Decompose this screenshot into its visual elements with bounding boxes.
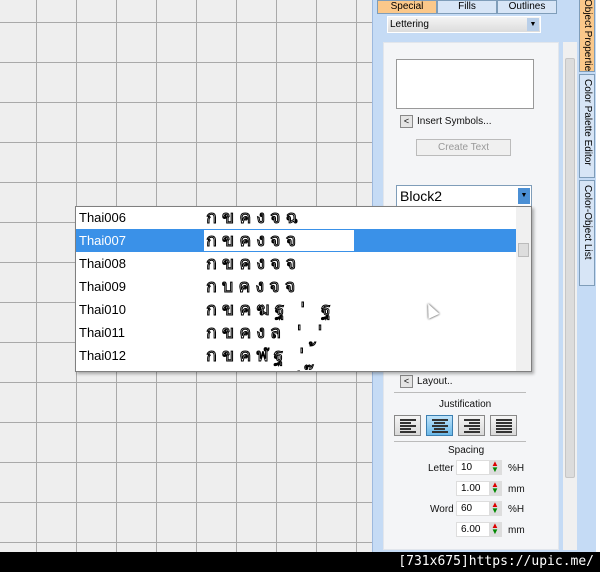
spinner-icon[interactable]: ▲ ▼ — [489, 522, 501, 536]
insert-symbols-label: Insert Symbols... — [417, 116, 492, 127]
spinner-icon[interactable]: ▲ ▼ — [489, 481, 501, 495]
letter-percent-value: 10 — [461, 462, 473, 473]
word-label: Word — [430, 504, 454, 515]
chevron-down-icon[interactable]: ▼ — [518, 188, 530, 204]
letter-percent-input[interactable]: 10 ▲ ▼ — [456, 460, 502, 475]
glyph-preview: กขคฆฐ ' ฐ — [206, 299, 336, 321]
create-text-button[interactable]: Create Text — [416, 139, 511, 156]
vertical-tab-bar: Object Properties Color Palette Editor C… — [578, 0, 596, 552]
justify-right-button[interactable] — [458, 415, 485, 436]
font-name: Thai006 — [79, 210, 126, 225]
font-list-item[interactable]: Thai011 กขคงล ' ' — [76, 321, 517, 344]
tab-color-object-list[interactable]: Color-Object List — [579, 180, 595, 286]
font-dropdown-list[interactable]: Thai006 กขคงจฉ Thai007 กขคงจจ Thai008 กขคงจจ T… — [75, 206, 532, 372]
font-name: Thai009 — [79, 279, 126, 294]
watermark-footer: [731x675]https://upic.me/ — [0, 552, 600, 572]
unit-label: mm — [508, 484, 525, 495]
dropdown-scrollbar[interactable] — [516, 207, 531, 371]
justify-full-button[interactable] — [490, 415, 517, 436]
font-list-item[interactable]: Thai006 กขคงจฉ — [76, 207, 517, 229]
word-percent-value: 60 — [461, 503, 473, 514]
word-mm-input[interactable]: 6.00 ▲ ▼ — [456, 522, 502, 537]
divider — [394, 441, 526, 442]
font-list-item[interactable]: Thai008 กขคงจจ — [76, 252, 517, 275]
unit-label: %H — [508, 504, 525, 515]
layout-button[interactable]: < — [400, 375, 413, 388]
font-list-item[interactable]: Thai007 กขคงจจ — [76, 229, 517, 252]
font-name: Thai011 — [79, 325, 126, 340]
font-name: Thai013 — [79, 367, 126, 371]
tab-special[interactable]: Special — [377, 0, 437, 14]
mode-select[interactable]: Lettering ▼ — [387, 16, 541, 33]
font-list-item[interactable]: Thai010 กขคฆฐ ' ฐ — [76, 298, 517, 321]
letter-label: Letter — [428, 463, 454, 474]
justification-heading: Justification — [439, 399, 492, 410]
justify-left-button[interactable] — [394, 415, 421, 436]
unit-label: mm — [508, 525, 525, 536]
insert-symbols-button[interactable]: < — [400, 115, 413, 128]
font-value: Block2 — [400, 188, 443, 204]
tab-color-palette-editor[interactable]: Color Palette Editor — [579, 74, 595, 178]
justify-center-button[interactable] — [426, 415, 453, 436]
lettering-text-input[interactable] — [396, 59, 534, 109]
font-name: Thai007 — [79, 233, 126, 248]
glyph-preview: กขคงจฉ — [206, 207, 303, 229]
word-mm-value: 6.00 — [461, 524, 481, 535]
font-list-item[interactable]: Thai009 กบคงจจ — [76, 275, 517, 298]
unit-label: %H — [508, 463, 525, 474]
font-list-item[interactable]: Thai012 กขคฬฐ ' ้ — [76, 344, 517, 367]
glyph-preview: กขคงจจ — [205, 253, 302, 275]
scrollbar-thumb[interactable] — [565, 58, 575, 478]
divider — [394, 392, 526, 393]
chevron-down-icon[interactable]: ▼ — [527, 18, 539, 31]
font-list-item[interactable]: Thai013 กขคงจ ' ๊ — [76, 367, 517, 372]
scrollbar-thumb[interactable] — [518, 243, 529, 257]
spacing-heading: Spacing — [448, 445, 485, 456]
glyph-preview: กบคงจจ — [205, 276, 301, 298]
letter-mm-input[interactable]: 1.00 ▲ ▼ — [456, 481, 502, 496]
panel-scrollbar[interactable] — [563, 42, 577, 550]
font-select[interactable]: Block2 ▼ — [396, 185, 532, 207]
letter-mm-value: 1.00 — [461, 483, 481, 494]
tab-outlines[interactable]: Outlines — [497, 0, 557, 14]
font-name: Thai008 — [79, 256, 126, 271]
mode-value: Lettering — [390, 19, 429, 30]
spinner-icon[interactable]: ▲ ▼ — [489, 501, 501, 515]
spinner-icon[interactable]: ▲ ▼ — [489, 460, 501, 474]
glyph-preview: กขคงล ' ' — [205, 322, 328, 344]
glyph-preview: กขคงจ ' ๊ — [205, 367, 317, 372]
word-percent-input[interactable]: 60 ▲ ▼ — [456, 501, 502, 516]
glyph-preview: กขคฬฐ ' ้ — [205, 345, 321, 367]
glyph-preview: กขคงจจ — [205, 230, 302, 252]
tab-object-properties[interactable]: Object Properties — [579, 0, 595, 72]
font-name: Thai010 — [79, 302, 126, 317]
tab-fills[interactable]: Fills — [437, 0, 497, 14]
font-name: Thai012 — [79, 348, 126, 363]
layout-label: Layout.. — [417, 376, 453, 387]
